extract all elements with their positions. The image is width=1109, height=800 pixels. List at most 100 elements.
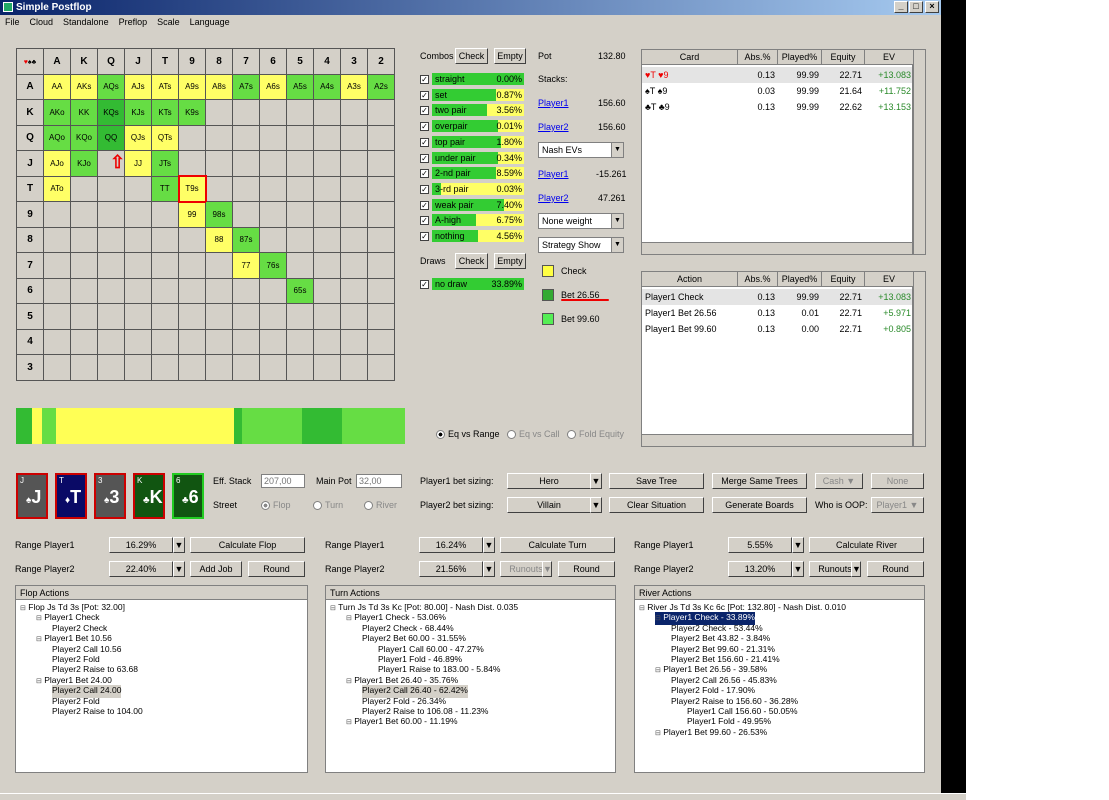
grid-cell[interactable] xyxy=(124,252,152,279)
grid-cell[interactable] xyxy=(232,124,260,151)
turn-radio[interactable]: Turn xyxy=(313,499,343,511)
calculate-button[interactable]: Calculate River xyxy=(809,537,924,553)
grid-cell[interactable] xyxy=(70,277,98,304)
grid-cell[interactable] xyxy=(340,303,368,330)
grid-cell[interactable]: KJo xyxy=(70,150,98,177)
grid-cell[interactable] xyxy=(43,277,71,304)
expand-icon[interactable]: ⊟ xyxy=(36,678,42,685)
combo-row[interactable]: ✓ xyxy=(420,119,432,133)
grid-cell[interactable] xyxy=(124,328,152,355)
table-header[interactable]: Abs.% xyxy=(738,50,778,65)
chevron-down-icon[interactable]: ▼ xyxy=(173,537,185,553)
grid-cell[interactable] xyxy=(259,354,287,381)
grid-cell[interactable] xyxy=(340,277,368,304)
expand-icon[interactable]: ⊟ xyxy=(655,667,661,674)
board-card[interactable]: K ♣K xyxy=(133,473,165,519)
grid-cell[interactable] xyxy=(313,277,341,304)
grid-cell[interactable] xyxy=(205,124,233,151)
grid-cell[interactable] xyxy=(313,252,341,279)
menu-standalone[interactable]: Standalone xyxy=(63,17,109,27)
cash-select[interactable]: Cash ▼ xyxy=(815,473,863,489)
grid-cell[interactable] xyxy=(232,354,260,381)
checkbox[interactable]: ✓ xyxy=(420,200,429,210)
grid-cell[interactable] xyxy=(178,303,206,330)
combo-row[interactable]: ✓ xyxy=(420,213,432,227)
maximize-icon[interactable]: □ xyxy=(909,1,923,13)
grid-cell[interactable] xyxy=(286,175,314,202)
board-card[interactable]: T ♦T xyxy=(55,473,87,519)
grid-cell[interactable]: 77 xyxy=(232,252,260,279)
grid-cell[interactable] xyxy=(232,99,260,126)
grid-cell[interactable]: QTs xyxy=(151,124,179,151)
close-icon[interactable]: × xyxy=(925,1,939,13)
grid-cell[interactable] xyxy=(286,124,314,151)
grid-cell[interactable] xyxy=(43,303,71,330)
table-header[interactable]: Action xyxy=(642,272,738,287)
combo-row[interactable]: ✓ xyxy=(420,88,432,102)
grid-cell[interactable] xyxy=(313,99,341,126)
grid-cell[interactable] xyxy=(367,99,395,126)
grid-cell[interactable] xyxy=(286,226,314,253)
grid-cell[interactable]: KQo xyxy=(70,124,98,151)
weight-select[interactable]: None weight ▼ xyxy=(538,213,624,229)
grid-cell[interactable] xyxy=(205,354,233,381)
grid-cell[interactable]: A3s xyxy=(340,73,368,100)
menu-language[interactable]: Language xyxy=(190,17,230,27)
combo-row[interactable]: ✓ xyxy=(420,229,432,243)
player2-ev-link[interactable]: Player2 xyxy=(538,192,569,204)
tree-node[interactable]: ⊟ Player1 Bet 60.00 - 11.19% xyxy=(346,716,458,728)
checkbox[interactable]: ✓ xyxy=(420,106,429,116)
grid-cell[interactable] xyxy=(70,252,98,279)
grid-cell[interactable] xyxy=(286,328,314,355)
grid-cell[interactable] xyxy=(259,226,287,253)
round-button[interactable]: Round xyxy=(867,561,924,577)
grid-cell[interactable] xyxy=(70,328,98,355)
eq-vs-range-radio[interactable]: Eq vs Range xyxy=(436,428,500,440)
horizontal-scrollbar[interactable] xyxy=(642,242,912,254)
grid-cell[interactable] xyxy=(151,252,179,279)
grid-cell[interactable] xyxy=(259,328,287,355)
grid-cell[interactable] xyxy=(178,328,206,355)
merge-trees-button[interactable]: Merge Same Trees xyxy=(712,473,807,489)
menu-cloud[interactable]: Cloud xyxy=(30,17,54,27)
chevron-down-icon[interactable]: ▼ xyxy=(590,473,602,489)
combo-row[interactable]: ✓ xyxy=(420,103,432,117)
board-card[interactable]: 6 ♣6 xyxy=(172,473,204,519)
grid-cell[interactable]: KJs xyxy=(124,99,152,126)
generate-boards-button[interactable]: Generate Boards xyxy=(712,497,807,513)
grid-cell[interactable]: JJ xyxy=(124,150,152,177)
grid-cell[interactable] xyxy=(340,354,368,381)
hero-sizing-button[interactable]: Hero xyxy=(507,473,591,489)
grid-cell[interactable] xyxy=(367,354,395,381)
table-header[interactable]: Equity xyxy=(822,50,865,65)
range-p1-button[interactable]: 16.24% xyxy=(419,537,483,553)
minimize-icon[interactable]: _ xyxy=(894,1,908,13)
grid-cell[interactable] xyxy=(232,201,260,228)
grid-cell[interactable]: A7s xyxy=(232,73,260,100)
grid-cell[interactable] xyxy=(97,303,125,330)
grid-cell[interactable] xyxy=(286,99,314,126)
eq-vs-call-radio[interactable]: Eq vs Call xyxy=(507,428,560,440)
grid-cell[interactable] xyxy=(232,277,260,304)
grid-cell[interactable] xyxy=(151,328,179,355)
checkbox[interactable]: ✓ xyxy=(420,216,429,226)
table-row[interactable]: Player1 Bet 99.60 0.13 0.00 22.71 +0.805 xyxy=(642,321,912,337)
grid-cell[interactable] xyxy=(313,175,341,202)
grid-cell[interactable] xyxy=(286,201,314,228)
table-header[interactable]: Played% xyxy=(778,50,822,65)
river-radio[interactable]: River xyxy=(364,499,397,511)
grid-cell[interactable]: AQs xyxy=(97,73,125,100)
grid-cell[interactable]: A8s xyxy=(205,73,233,100)
grid-cell[interactable] xyxy=(151,201,179,228)
none-button[interactable]: None xyxy=(871,473,924,489)
range-p2-button[interactable]: 13.20% xyxy=(728,561,792,577)
range-p2-button[interactable]: 21.56% xyxy=(419,561,483,577)
grid-cell[interactable] xyxy=(97,328,125,355)
add-job-button[interactable]: Add Job xyxy=(190,561,242,577)
grid-cell[interactable]: 98s xyxy=(205,201,233,228)
expand-icon[interactable]: ⊟ xyxy=(20,605,26,612)
grid-cell[interactable] xyxy=(313,201,341,228)
grid-cell[interactable] xyxy=(124,303,152,330)
tree-node[interactable]: Player2 Raise to 104.00 xyxy=(52,706,143,718)
grid-cell[interactable]: 65s xyxy=(286,277,314,304)
